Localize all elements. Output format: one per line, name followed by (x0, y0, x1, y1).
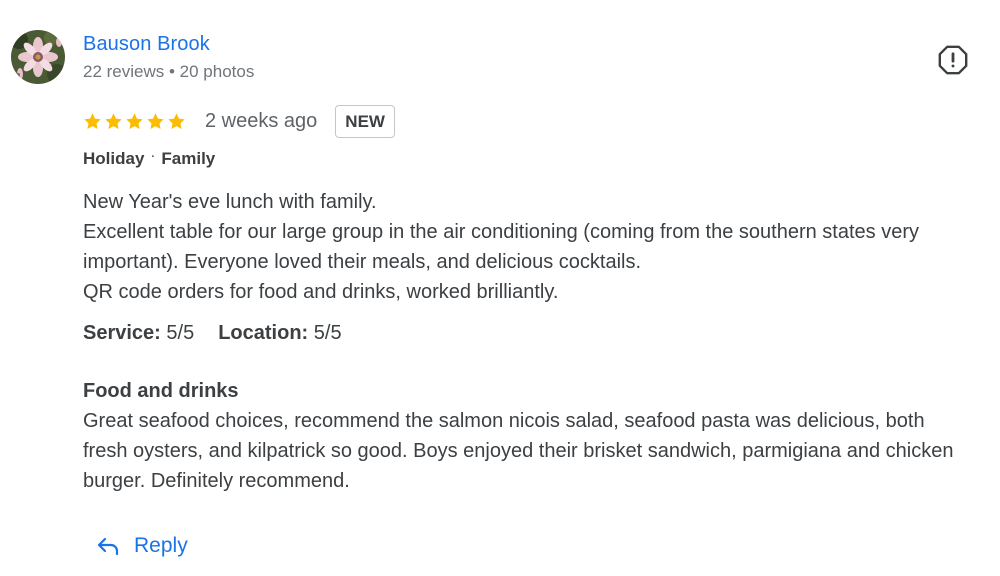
star-icon (126, 112, 143, 129)
author-name[interactable]: Bauson Brook (83, 33, 210, 56)
food-drinks-section: Food and drinks Great seafood choices, r… (83, 376, 963, 496)
report-button[interactable] (937, 44, 969, 76)
review-text-line: QR code orders for food and drinks, work… (83, 281, 559, 303)
subrating-location: Location: 5/5 (218, 322, 341, 345)
review-text: New Year's eve lunch with family. Excell… (83, 187, 963, 307)
star-icon (147, 112, 164, 129)
avatar[interactable] (11, 30, 65, 84)
new-badge: NEW (335, 104, 395, 138)
flower-avatar-image (11, 30, 65, 84)
star-icon (84, 112, 101, 129)
tag-holiday: Holiday (83, 149, 145, 168)
reply-icon (97, 537, 119, 556)
reply-label: Reply (134, 534, 188, 557)
star-rating (83, 112, 186, 131)
review-text-line: New Year's eve lunch with family. (83, 191, 377, 213)
trip-tags: Holiday · Family (83, 146, 216, 169)
author-meta: 22 reviews • 20 photos (83, 62, 255, 81)
section-body: Great seafood choices, recommend the sal… (83, 410, 954, 492)
star-icon (105, 112, 122, 129)
subrating-service: Service: 5/5 (83, 322, 194, 345)
review-date: 2 weeks ago (205, 109, 318, 132)
reply-button[interactable]: Reply (96, 534, 188, 558)
report-icon (938, 45, 968, 75)
sub-ratings: Service: 5/5 Location: 5/5 (83, 322, 366, 345)
subrating-label: Location: (218, 322, 309, 344)
review-text-line: Excellent table for our large group in t… (83, 221, 919, 273)
rating-row: 2 weeks ago NEW (83, 104, 395, 138)
section-heading: Food and drinks (83, 380, 239, 402)
subrating-value: 5/5 (313, 322, 342, 344)
subrating-value: 5/5 (166, 322, 195, 344)
tag-family: Family (161, 149, 216, 168)
subrating-label: Service: (83, 322, 161, 344)
star-icon (168, 112, 185, 129)
tag-separator: · (150, 146, 156, 164)
